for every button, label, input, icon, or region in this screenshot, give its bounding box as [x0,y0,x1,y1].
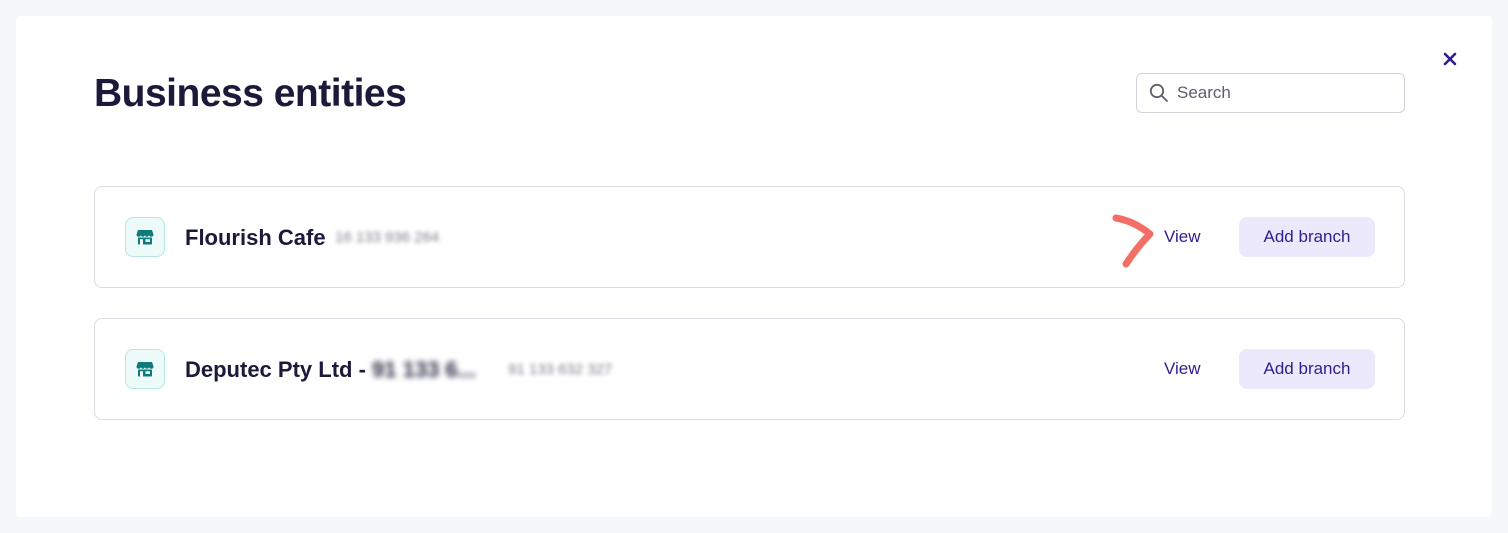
entity-card: Flourish Cafe 16 133 936 264 View Add br… [94,186,1405,288]
entity-abn: 16 133 936 264 [335,229,440,246]
view-link[interactable]: View [1164,359,1201,379]
store-icon [136,362,154,377]
search-field[interactable] [1136,73,1405,113]
entity-card: Deputec Pty Ltd - 91 133 6... 91 133 632… [94,318,1405,420]
search-input[interactable] [1177,83,1397,103]
entity-name-blurred: 91 133 6... [372,357,476,382]
search-icon [1149,83,1168,102]
chevron-right-annotation-icon [1112,214,1154,268]
entity-abn: 91 133 632 327 [508,361,613,378]
entity-name-text: Deputec Pty Ltd - [185,357,373,382]
add-branch-button[interactable]: Add branch [1239,349,1375,389]
add-branch-button[interactable]: Add branch [1239,217,1375,257]
entity-icon-box [125,349,165,389]
page-title: Business entities [94,72,407,115]
entity-icon-box [125,217,165,257]
close-icon [1443,52,1457,66]
close-button[interactable] [1440,49,1460,69]
business-entities-dialog: Business entities Flourish Cafe 16 133 9… [16,16,1492,517]
entity-name-text: Flourish Cafe [185,225,326,250]
store-icon [136,230,154,245]
view-link[interactable]: View [1164,227,1201,247]
entity-name: Flourish Cafe [185,225,326,251]
entity-name: Deputec Pty Ltd - 91 133 6... [185,357,476,383]
